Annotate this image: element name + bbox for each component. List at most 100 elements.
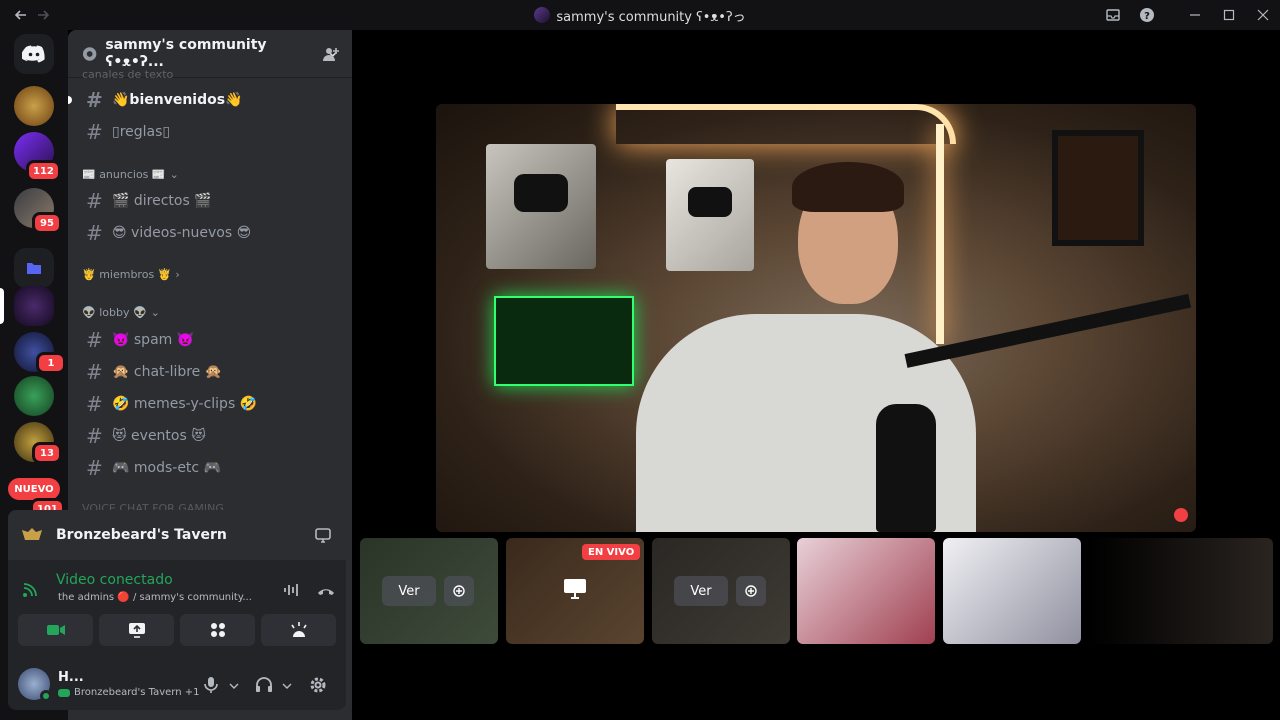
activities-icon xyxy=(210,623,225,637)
play-logo-icon xyxy=(514,174,568,212)
voice-action-buttons xyxy=(18,614,336,646)
server-icon-3[interactable] xyxy=(14,376,54,416)
category-anuncios[interactable]: 📰 anuncios 📰 ⌄ xyxy=(82,168,179,181)
participant-video-2[interactable] xyxy=(943,538,1081,644)
mention-badge: 1 xyxy=(36,352,66,374)
svg-text:?: ? xyxy=(1144,11,1150,22)
maximize-button[interactable] xyxy=(1212,0,1246,30)
play-logo-icon xyxy=(688,187,732,217)
minimize-button[interactable] xyxy=(1178,0,1212,30)
channel-label: 😻 eventos 😻 xyxy=(112,428,206,444)
screen-share-icon xyxy=(128,623,145,638)
live-badge: EN VIVO xyxy=(582,544,641,560)
inbox-icon[interactable] xyxy=(1096,0,1130,30)
chevron-right-icon: › xyxy=(175,268,180,281)
voice-channel-header[interactable]: Bronzebeard's Tavern xyxy=(8,510,346,560)
discord-logo-icon xyxy=(22,45,45,63)
help-icon[interactable]: ? xyxy=(1130,0,1164,30)
close-button[interactable] xyxy=(1246,0,1280,30)
framed-picture xyxy=(1052,130,1144,246)
channel-spam[interactable]: # 👿 spam 👿 xyxy=(76,324,342,356)
settings-badge-icon xyxy=(82,46,97,61)
voice-channel-name: Bronzebeard's Tavern xyxy=(56,527,227,543)
voice-connected-label[interactable]: Video conectado xyxy=(56,572,173,588)
view-stream-button[interactable]: Ver xyxy=(674,576,728,606)
soundboard-icon xyxy=(290,622,307,637)
server-name: sammy's community ʕ•ᴥ•ʔ... xyxy=(105,37,267,70)
channel-label: 🤣 memes-y-clips 🤣 xyxy=(112,396,258,412)
hashtag-icon: # xyxy=(86,221,103,245)
server-icon-sammy[interactable] xyxy=(14,286,54,326)
channel-directos[interactable]: # 🎬 directos 🎬 xyxy=(76,185,342,217)
screen-share-icon xyxy=(453,585,465,597)
channel-label: 🎮 mods-etc 🎮 xyxy=(112,460,221,476)
neon-light-strip-vertical xyxy=(936,124,944,344)
category-text-channels[interactable]: canales de texto xyxy=(82,68,173,81)
participant-video-3[interactable] xyxy=(1089,538,1273,644)
signal-icon xyxy=(23,583,37,597)
username[interactable]: H... xyxy=(58,670,200,685)
window-title: sammy's community ʕ•ᴥ•ʔっ xyxy=(556,9,746,25)
back-arrow-icon[interactable] xyxy=(10,4,32,26)
avatar[interactable] xyxy=(18,668,52,702)
microphone-icon[interactable] xyxy=(204,676,218,694)
invite-people-icon[interactable] xyxy=(322,45,340,63)
camera-icon xyxy=(46,625,65,635)
popout-stream-button[interactable] xyxy=(736,576,766,606)
popout-icon[interactable] xyxy=(314,526,332,544)
title-bar: sammy's community ʕ•ᴥ•ʔっ ? xyxy=(0,0,1280,30)
voice-panel: Bronzebeard's Tavern Video conectado the… xyxy=(8,510,346,710)
participant-video-1[interactable] xyxy=(797,538,935,644)
settings-gear-icon[interactable] xyxy=(309,676,327,694)
chevron-down-icon[interactable] xyxy=(229,682,239,690)
category-label: 👽 lobby 👽 xyxy=(82,306,147,319)
voice-location[interactable]: the admins 🔴 / sammy's community... xyxy=(58,592,252,603)
camera-button[interactable] xyxy=(18,614,93,646)
glowing-map-monitor xyxy=(494,296,634,386)
category-miembros[interactable]: 🤴 miembros 🤴 › xyxy=(82,268,180,281)
mention-badge: 13 xyxy=(32,442,62,464)
channel-label: 😎 videos-nuevos 😎 xyxy=(112,225,252,241)
channel-label: 👋bienvenidos👋 xyxy=(112,92,243,108)
forward-arrow-icon[interactable] xyxy=(32,4,54,26)
stream-thumbnail-2[interactable]: Ver xyxy=(652,538,790,644)
new-unreads-pill[interactable]: NUEVO xyxy=(8,478,60,500)
stream-thumbnail-live[interactable]: EN VIVO xyxy=(506,538,644,644)
game-controller-icon xyxy=(58,688,70,697)
streaming-screen-icon xyxy=(563,578,587,600)
server-folder-3[interactable] xyxy=(14,248,54,288)
hashtag-icon: # xyxy=(86,120,103,144)
noise-suppression-icon[interactable] xyxy=(283,582,301,598)
server-icon-1[interactable] xyxy=(14,86,54,126)
folder-icon xyxy=(27,263,41,274)
category-label: 📰 anuncios 📰 xyxy=(82,168,166,181)
stream-thumbnail-1[interactable]: Ver xyxy=(360,538,498,644)
channel-reglas[interactable]: # ▯reglas▯ xyxy=(76,116,342,148)
online-status-icon xyxy=(40,690,52,702)
channel-eventos[interactable]: # 😻 eventos 😻 xyxy=(76,420,342,452)
chevron-down-icon[interactable] xyxy=(282,682,292,690)
category-label: 🤴 miembros 🤴 xyxy=(82,268,172,281)
popout-stream-button[interactable] xyxy=(444,576,474,606)
channel-videos-nuevos[interactable]: # 😎 videos-nuevos 😎 xyxy=(76,217,342,249)
activities-button[interactable] xyxy=(180,614,255,646)
disconnect-icon[interactable] xyxy=(316,584,336,598)
hashtag-icon: # xyxy=(86,456,103,480)
screen-share-button[interactable] xyxy=(99,614,174,646)
neon-light-strip xyxy=(616,104,956,144)
channel-mods-etc[interactable]: # 🎮 mods-etc 🎮 xyxy=(76,452,342,484)
main-video-stream[interactable] xyxy=(436,104,1196,532)
microphone xyxy=(876,404,936,532)
channel-bienvenidos[interactable]: # 👋bienvenidos👋 xyxy=(76,84,342,116)
channel-label: 👿 spam 👿 xyxy=(112,332,195,348)
channel-chat-libre[interactable]: # 🙊 chat-libre 🙊 xyxy=(76,356,342,388)
direct-messages-button[interactable] xyxy=(14,34,54,74)
channel-label: 🎬 directos 🎬 xyxy=(112,193,212,209)
hashtag-icon: # xyxy=(86,189,103,213)
category-lobby[interactable]: 👽 lobby 👽 ⌄ xyxy=(82,306,160,319)
soundboard-button[interactable] xyxy=(261,614,336,646)
channel-memes-y-clips[interactable]: # 🤣 memes-y-clips 🤣 xyxy=(76,388,342,420)
view-stream-button[interactable]: Ver xyxy=(382,576,436,606)
streamer-badge-icon xyxy=(1174,508,1188,522)
headphones-icon[interactable] xyxy=(255,676,273,694)
